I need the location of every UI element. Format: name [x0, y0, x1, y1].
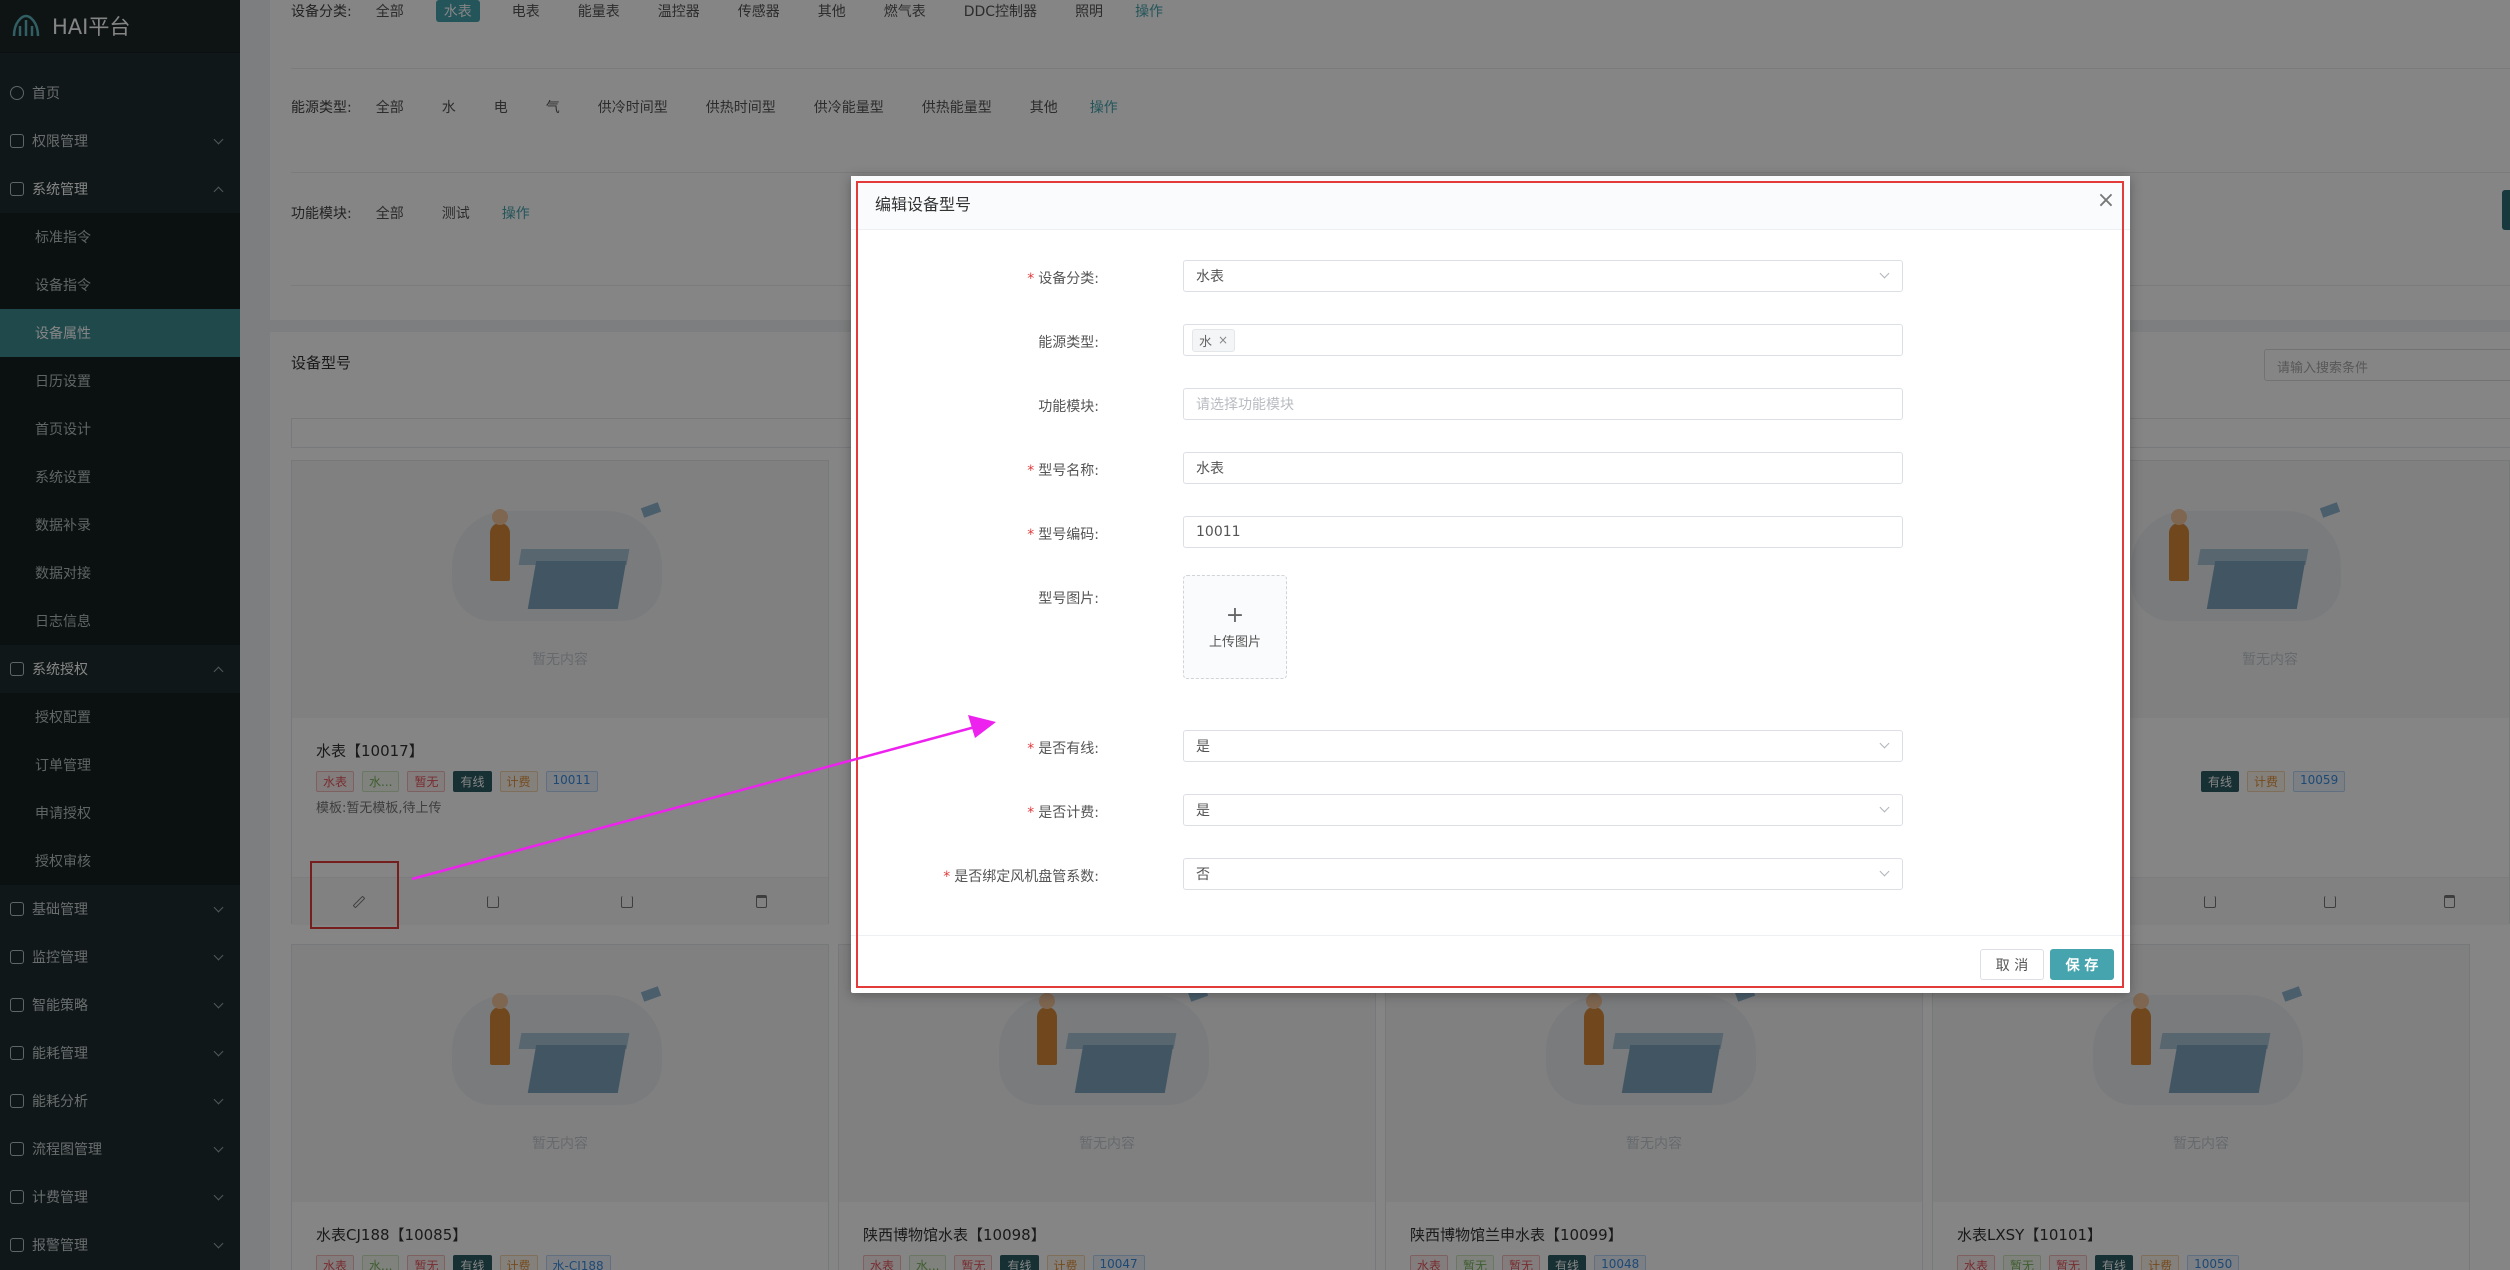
chevron-down-icon: [1879, 802, 1890, 813]
is-billed-select[interactable]: 是: [1183, 794, 1903, 826]
label-energy-type: 能源类型:: [1038, 335, 1099, 351]
required-mark: *: [1027, 463, 1035, 479]
chevron-down-icon: [1879, 268, 1890, 279]
chevron-down-icon: [1879, 866, 1890, 877]
label-bind-fan-coil: * 是否绑定风机盘管系数:: [943, 869, 1099, 885]
required-mark: *: [1027, 805, 1035, 821]
required-mark: *: [1027, 527, 1035, 543]
chip-remove-icon[interactable]: ×: [1218, 333, 1228, 347]
dialog-title: 编辑设备型号: [875, 194, 972, 214]
close-icon[interactable]: ×: [2096, 190, 2116, 212]
label-model-name: * 型号名称:: [1027, 463, 1099, 479]
upload-image-button[interactable]: + 上传图片: [1183, 575, 1287, 679]
dialog-header: 编辑设备型号: [851, 176, 2130, 230]
cancel-button[interactable]: 取 消: [1980, 949, 2044, 980]
label-is-wired: * 是否有线:: [1027, 741, 1099, 757]
energy-chip: 水 ×: [1192, 328, 1236, 352]
label-is-billed: * 是否计费:: [1027, 805, 1099, 821]
model-name-input[interactable]: 水表: [1183, 452, 1903, 484]
required-mark: *: [1027, 741, 1035, 757]
label-function-module: 功能模块:: [1038, 399, 1099, 415]
model-code-input[interactable]: 10011: [1183, 516, 1903, 548]
bind-fan-coil-select[interactable]: 否: [1183, 858, 1903, 890]
label-device-class: * 设备分类:: [1027, 271, 1099, 287]
is-wired-select[interactable]: 是: [1183, 730, 1903, 762]
required-mark: *: [943, 869, 951, 885]
dialog-footer: 取 消 保 存: [851, 935, 2130, 993]
save-button[interactable]: 保 存: [2050, 949, 2114, 980]
device-class-select[interactable]: 水表: [1183, 260, 1903, 292]
chevron-down-icon: [1879, 738, 1890, 749]
label-model-code: * 型号编码:: [1027, 527, 1099, 543]
edit-model-dialog: 编辑设备型号 × * 设备分类: 水表 能源类型: 水 × 功能模块: 请选择功能模…: [851, 176, 2130, 993]
label-model-image: 型号图片:: [1038, 591, 1099, 607]
upload-label: 上传图片: [1208, 634, 1261, 650]
energy-type-multiselect[interactable]: 水 ×: [1183, 324, 1903, 356]
function-module-select[interactable]: 请选择功能模块: [1183, 388, 1903, 420]
plus-icon: +: [1225, 602, 1245, 628]
required-mark: *: [1027, 271, 1035, 287]
